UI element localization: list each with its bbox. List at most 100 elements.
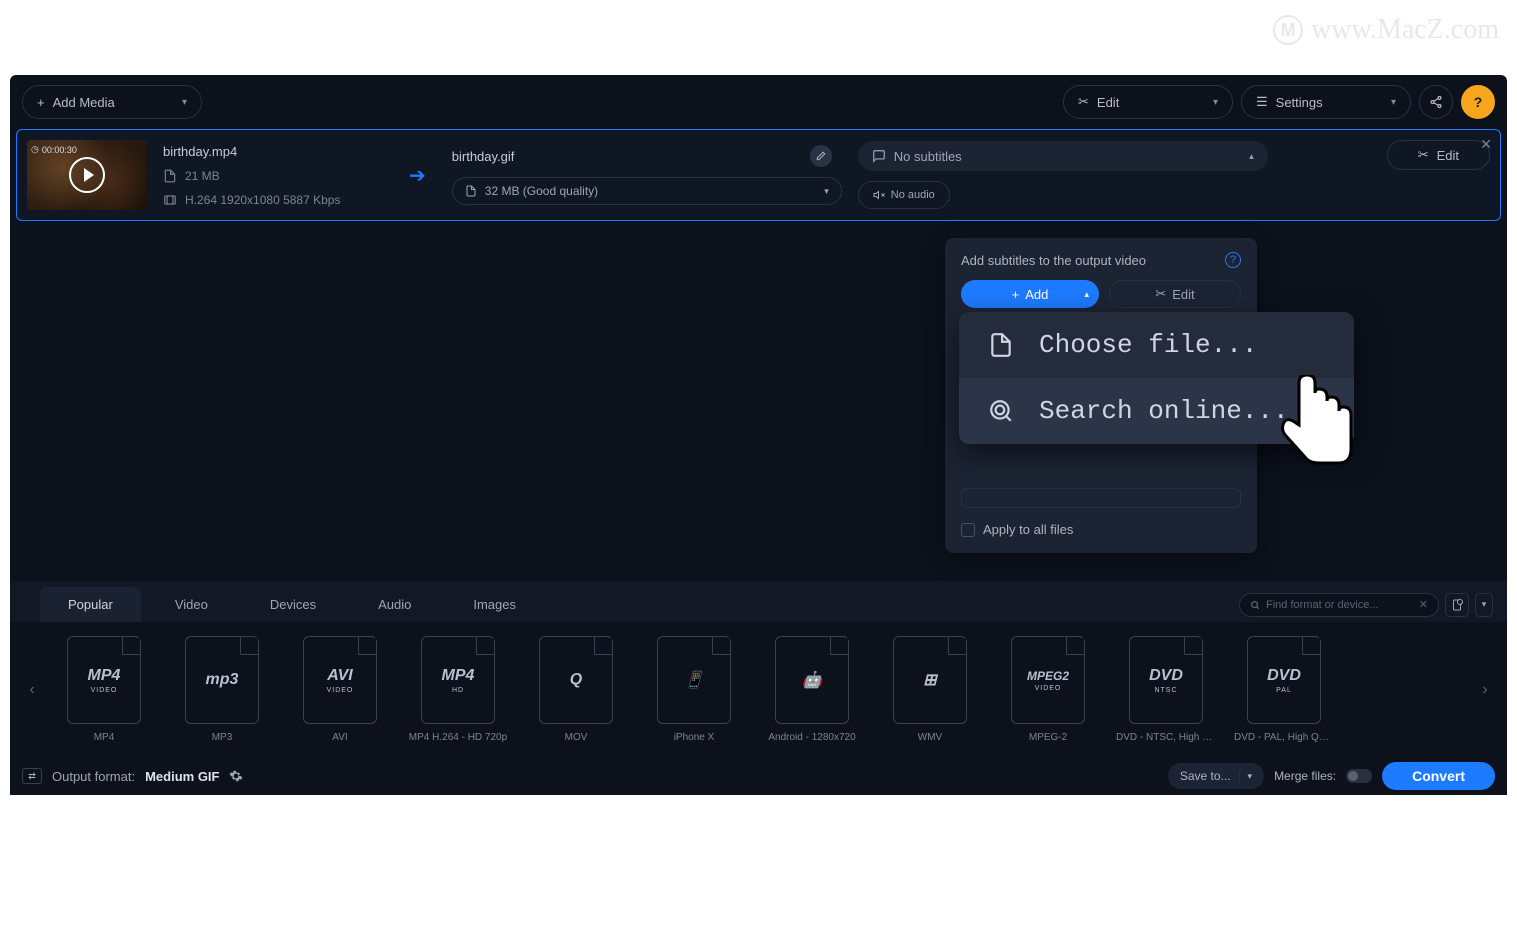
- popover-title: Add subtitles to the output video: [961, 253, 1146, 268]
- format-label: MP3: [172, 732, 272, 743]
- save-to-button[interactable]: Save to... ▾: [1168, 763, 1264, 789]
- format-card[interactable]: MP4VIDEOMP4: [54, 636, 154, 743]
- duration-badge: ◷ 00:00:30: [31, 144, 77, 155]
- rename-button[interactable]: [810, 145, 832, 167]
- close-icon[interactable]: ✕: [1480, 136, 1492, 153]
- scroll-right-button[interactable]: ›: [1471, 676, 1499, 704]
- find-format-input[interactable]: Find format or device... ✕: [1239, 593, 1439, 617]
- search-icon: [1250, 600, 1260, 610]
- format-label: AVI: [290, 732, 390, 743]
- formats-list: MP4VIDEOMP4 mp3 MP3 AVIVIDEO AVI MP4HD MP4 H.2…: [54, 636, 1463, 743]
- tab-images[interactable]: Images: [445, 587, 544, 622]
- format-label: DVD - NTSC, High Qu...: [1116, 732, 1216, 743]
- format-card[interactable]: 🤖 Android - 1280x720: [762, 636, 862, 743]
- watermark: M www.MacZ.com: [1273, 14, 1499, 46]
- format-card[interactable]: ⊞ WMV: [880, 636, 980, 743]
- detect-dropdown-button[interactable]: ▾: [1475, 593, 1493, 617]
- top-bar: + Add Media ▾ ✂ Edit ▾ ☰ Settings ▾: [10, 75, 1507, 129]
- chevron-up-icon: ▴: [1084, 289, 1089, 300]
- clock-icon: ◷: [31, 144, 39, 155]
- format-card[interactable]: DVDPALDVD - PAL, High Qual...: [1234, 636, 1334, 743]
- menu-choose-file[interactable]: Choose file...: [959, 312, 1354, 378]
- plus-icon: +: [1012, 287, 1020, 302]
- format-card[interactable]: AVIVIDEO AVI: [290, 636, 390, 743]
- format-card[interactable]: QMOV: [526, 636, 626, 743]
- item-edit-label: Edit: [1437, 148, 1459, 163]
- format-label: iPhone X: [644, 732, 744, 743]
- format-label: Android - 1280x720: [762, 732, 862, 743]
- subtitles-add-button[interactable]: + Add ▴: [961, 280, 1099, 308]
- apply-all-checkbox[interactable]: [961, 523, 975, 537]
- format-file-icon: AVIVIDEO: [303, 636, 377, 724]
- format-label: WMV: [880, 732, 980, 743]
- media-item-row[interactable]: ✕ ◷ 00:00:30 birthday.mp4 21 MB H.264 19…: [16, 129, 1501, 221]
- find-placeholder: Find format or device...: [1266, 599, 1379, 611]
- scroll-left-button[interactable]: ‹: [18, 676, 46, 704]
- media-thumbnail[interactable]: ◷ 00:00:30: [27, 140, 147, 210]
- obscured-field: [961, 488, 1241, 508]
- app-window: + Add Media ▾ ✂ Edit ▾ ☰ Settings ▾: [10, 75, 1507, 795]
- target-column: birthday.gif 32 MB (Good quality) ▾: [452, 145, 842, 205]
- menu-search-online[interactable]: Search online...: [959, 378, 1354, 444]
- format-card[interactable]: MP4HD MP4 H.264 - HD 720p: [408, 636, 508, 743]
- settings-dropdown-button[interactable]: ☰ Settings ▾: [1241, 85, 1411, 119]
- chevron-down-icon: ▾: [1213, 97, 1218, 108]
- merge-files-toggle[interactable]: [1346, 769, 1372, 783]
- play-icon[interactable]: [69, 157, 105, 193]
- format-file-icon: 📱: [657, 636, 731, 724]
- subtitles-value: No subtitles: [894, 149, 962, 164]
- format-card[interactable]: MPEG2VIDEOMPEG-2: [998, 636, 1098, 743]
- merge-files-label: Merge files:: [1274, 769, 1336, 783]
- format-label: MOV: [526, 732, 626, 743]
- subtitle-icon: [872, 149, 886, 163]
- file-icon: [465, 185, 477, 197]
- edit-label: Edit: [1097, 95, 1119, 110]
- format-label: MPEG-2: [998, 732, 1098, 743]
- plus-icon: +: [37, 95, 45, 110]
- format-label: MP4: [54, 732, 154, 743]
- bottom-panel: Popular Video Devices Audio Images Find …: [10, 581, 1507, 757]
- format-file-icon: ⊞: [893, 636, 967, 724]
- menu-search-online-label: Search online...: [1039, 396, 1289, 426]
- subtitles-edit-button[interactable]: ✂ Edit: [1109, 280, 1241, 308]
- item-edit-button[interactable]: ✂ Edit: [1387, 140, 1490, 170]
- item-edit-wrap: ✂ Edit: [1387, 140, 1490, 170]
- format-file-icon: MP4HD: [421, 636, 495, 724]
- tab-audio[interactable]: Audio: [350, 587, 439, 622]
- settings-gear-button[interactable]: [229, 769, 243, 783]
- format-card[interactable]: mp3 MP3: [172, 636, 272, 743]
- format-label: MP4 H.264 - HD 720p: [408, 732, 508, 743]
- format-file-icon: DVDPAL: [1247, 636, 1321, 724]
- duration-text: 00:00:30: [42, 145, 77, 155]
- tab-devices[interactable]: Devices: [242, 587, 344, 622]
- chevron-down-icon: ▾: [1482, 599, 1487, 610]
- target-size-selector[interactable]: 32 MB (Good quality) ▾: [452, 177, 842, 205]
- settings-label: Settings: [1276, 95, 1323, 110]
- tab-popular[interactable]: Popular: [40, 587, 141, 622]
- clear-icon[interactable]: ✕: [1419, 598, 1428, 611]
- sliders-icon: ☰: [1256, 94, 1268, 110]
- output-format-icon[interactable]: ⇄: [22, 768, 42, 784]
- help-button[interactable]: ?: [1461, 85, 1495, 119]
- add-media-button[interactable]: + Add Media ▾: [22, 85, 202, 119]
- help-icon[interactable]: ?: [1225, 252, 1241, 268]
- convert-button[interactable]: Convert: [1382, 762, 1495, 790]
- format-card[interactable]: DVDNTSCDVD - NTSC, High Qu...: [1116, 636, 1216, 743]
- subtitles-selector[interactable]: No subtitles ▴: [858, 141, 1268, 171]
- tab-video[interactable]: Video: [147, 587, 236, 622]
- file-icon: [987, 332, 1015, 358]
- detect-device-button[interactable]: [1445, 593, 1469, 617]
- video-codec-icon: [163, 193, 177, 207]
- edit-dropdown-button[interactable]: ✂ Edit ▾: [1063, 85, 1233, 119]
- format-file-icon: 🤖: [775, 636, 849, 724]
- format-card[interactable]: 📱 iPhone X: [644, 636, 744, 743]
- formats-strip: ‹ MP4VIDEOMP4 mp3 MP3 AVIVIDEO AVI MP4HD MP4 H…: [10, 622, 1507, 757]
- format-file-icon: mp3: [185, 636, 259, 724]
- source-column: birthday.mp4 21 MB H.264 1920x1080 5887 …: [163, 144, 363, 207]
- output-format-value: Medium GIF: [145, 769, 219, 784]
- chevron-left-icon: ‹: [29, 681, 34, 699]
- audio-selector[interactable]: No audio: [858, 181, 950, 209]
- target-size: 32 MB (Good quality): [485, 184, 598, 198]
- share-button[interactable]: [1419, 85, 1453, 119]
- apply-all-row[interactable]: Apply to all files: [961, 522, 1241, 537]
